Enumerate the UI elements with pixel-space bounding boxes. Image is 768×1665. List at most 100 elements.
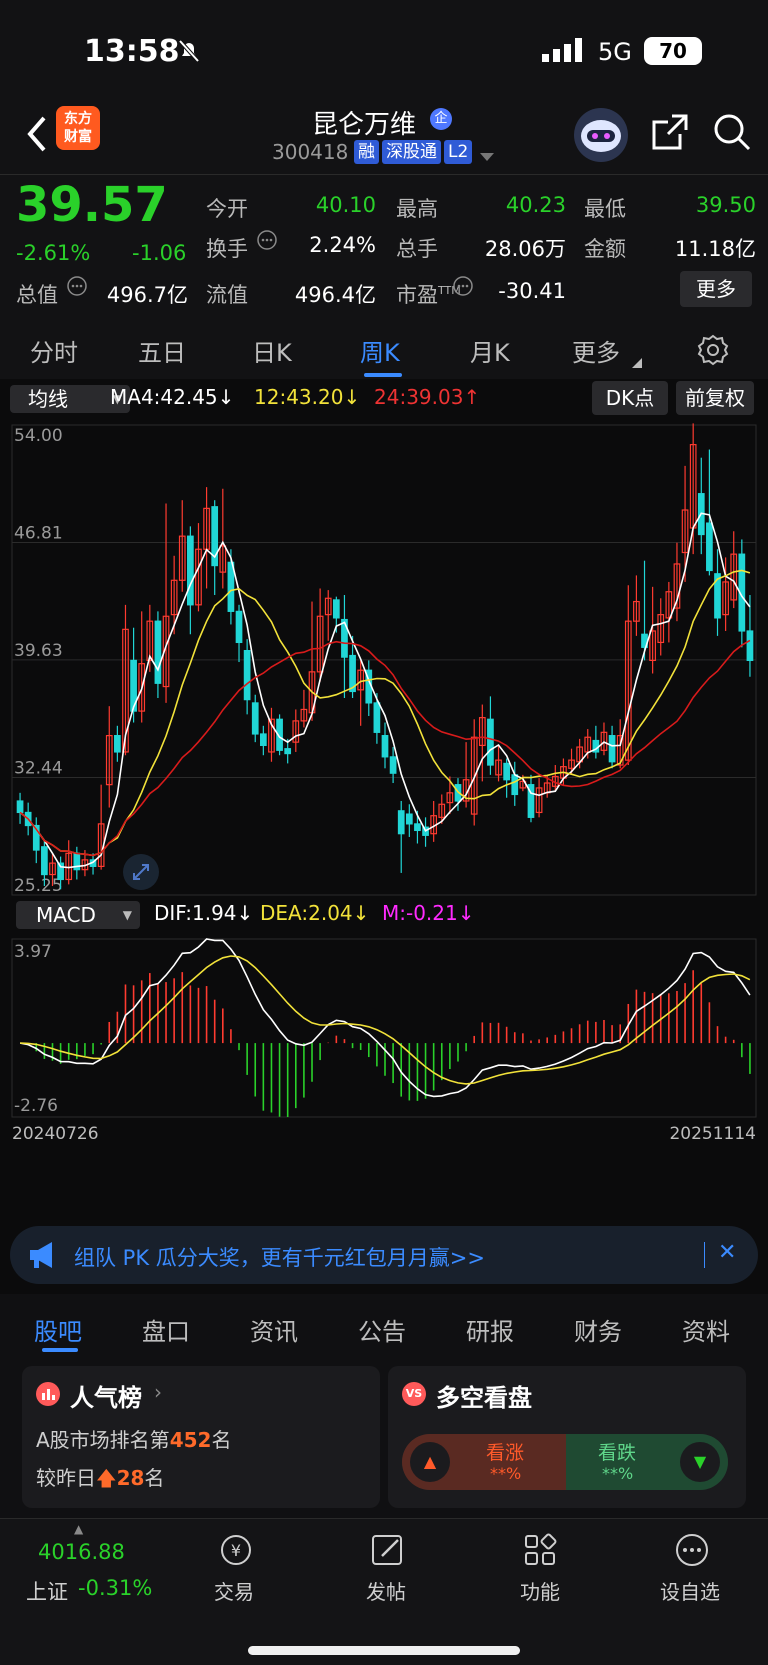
search-icon[interactable]	[712, 112, 752, 152]
candle-body	[332, 599, 340, 619]
candle-body	[154, 620, 162, 684]
nav-add-watchlist[interactable]: 设自选	[660, 1576, 720, 1605]
delta-value: 28	[116, 1466, 145, 1490]
volume-label: 总手	[396, 237, 438, 261]
robot-assistant-icon[interactable]	[574, 108, 628, 162]
adjust-button[interactable]: 前复权	[676, 381, 754, 415]
candlestick-chart[interactable]: 54.00 46.81 39.63 32.44 25.25	[0, 417, 768, 897]
arrow-up-icon: 🡅	[96, 1466, 117, 1490]
subtab-orderbook[interactable]: 盘口	[142, 1312, 190, 1347]
caret-icon	[632, 353, 642, 368]
mktcap-label: 总值	[16, 283, 58, 307]
battery-level: 70	[659, 39, 687, 63]
info-icon[interactable]	[256, 229, 278, 251]
amount-label: 金额	[584, 237, 626, 261]
index-name[interactable]: 上证	[26, 1576, 68, 1606]
mute-icon	[176, 38, 202, 64]
expand-up-icon[interactable]: ▲	[74, 1522, 83, 1536]
status-time: 13:58	[84, 34, 180, 69]
candle-body	[706, 522, 713, 572]
more-dots-icon[interactable]	[672, 1530, 712, 1570]
mktcap-value: 496.7亿	[106, 283, 188, 307]
post-edit-icon[interactable]	[368, 1530, 408, 1570]
popularity-title: 人气榜	[70, 1384, 142, 1412]
high-label: 最高	[396, 197, 438, 221]
candle-body	[414, 823, 421, 832]
subtab-news[interactable]: 资讯	[250, 1312, 298, 1347]
candle-body	[608, 735, 616, 763]
ma24-arrow: ↑	[463, 385, 481, 409]
promo-banner[interactable]: 组队 PK 瓜分大奖，更有千元红包月月赢>> ✕	[10, 1226, 758, 1284]
candle-body	[373, 702, 381, 733]
macd-chart[interactable]: 3.97 -2.76 20240726 20251114	[0, 935, 768, 1141]
chevron-down-icon[interactable]	[480, 148, 494, 161]
macd-select[interactable]: MACD ▼	[16, 901, 140, 929]
candle-body	[187, 535, 194, 606]
y-tick-label: 32.44	[14, 758, 63, 778]
subtab-profile[interactable]: 资料	[682, 1312, 730, 1347]
nav-trade[interactable]: 交易	[214, 1576, 254, 1605]
tab-daily[interactable]: 日K	[252, 333, 292, 368]
candle-body	[487, 718, 494, 766]
candle-body	[259, 733, 267, 747]
trade-icon[interactable]: ¥	[214, 1530, 258, 1570]
indicator-select-label: 均线	[28, 387, 68, 411]
share-icon[interactable]	[650, 112, 690, 152]
ma12-legend: 12:43.20↓	[254, 385, 360, 409]
dea-arrow: ↓	[352, 901, 370, 925]
subtab-research[interactable]: 研报	[466, 1312, 514, 1347]
grid-function-icon[interactable]	[520, 1530, 560, 1570]
candle-body	[405, 813, 413, 825]
y-tick-label: -2.76	[14, 1096, 58, 1116]
y-tick-label: 54.00	[14, 426, 63, 446]
tab-five-day[interactable]: 五日	[138, 333, 186, 368]
candle-body	[503, 762, 511, 781]
subtab-financials[interactable]: 财务	[574, 1312, 622, 1347]
popularity-card[interactable]: 人气榜 › A股市场排名第452名 较昨日🡅28名	[22, 1366, 380, 1508]
settings-gear-icon[interactable]	[696, 333, 730, 367]
active-tab-indicator	[364, 373, 402, 377]
y-tick-label: 39.63	[14, 641, 63, 661]
info-icon[interactable]	[66, 275, 88, 297]
megaphone-icon	[28, 1240, 62, 1270]
m-arrow: ↓	[457, 901, 475, 925]
tag-connect: 深股通	[382, 140, 441, 164]
tab-weekly[interactable]: 周K	[360, 333, 400, 368]
high-value: 40.23	[505, 193, 566, 217]
bull-arrow-icon[interactable]: ▲	[410, 1442, 450, 1482]
expand-chart-icon[interactable]	[123, 854, 159, 890]
status-bar: 13:58 5G 70	[0, 0, 768, 100]
close-icon[interactable]: ✕	[718, 1240, 736, 1265]
float-label: 流值	[206, 283, 248, 307]
subtab-forum[interactable]: 股吧	[34, 1312, 82, 1347]
sentiment-bar: ▲ ▼ 看涨 **% 看跌 **%	[402, 1434, 728, 1490]
m-value: M:-0.21	[382, 901, 458, 925]
index-value: 4016.88	[38, 1540, 125, 1564]
back-icon[interactable]	[22, 114, 52, 154]
chart-bar-icon	[36, 1382, 60, 1406]
nav-function[interactable]: 功能	[520, 1576, 560, 1605]
candle-body	[114, 735, 121, 753]
dif-arrow: ↓	[236, 901, 254, 925]
tab-more[interactable]: 更多	[572, 333, 620, 368]
turnover-value: 2.24%	[309, 233, 376, 257]
candle-body	[251, 702, 259, 735]
kline-chart-area: 均线 ▼ MA4:42.45↓ 12:43.20↓ 24:39.03↑ DK点 前…	[0, 379, 768, 1214]
dif-value: DIF:1.94	[154, 901, 237, 925]
index-change: -0.31%	[78, 1576, 153, 1600]
stock-header: 东方 财富 昆仑万维 企 300418 融 深股通 L2	[0, 100, 768, 175]
float-value: 496.4亿	[294, 283, 376, 307]
nav-post[interactable]: 发帖	[366, 1576, 406, 1605]
more-button[interactable]: 更多	[680, 271, 752, 307]
dk-point-button[interactable]: DK点	[592, 381, 668, 415]
rank-value: 452	[169, 1428, 212, 1452]
divider	[0, 1518, 768, 1519]
candle-body	[746, 630, 754, 662]
tab-monthly[interactable]: 月K	[470, 333, 510, 368]
subtab-announcements[interactable]: 公告	[358, 1312, 406, 1347]
y-tick-label: 46.81	[14, 524, 63, 544]
tag-l2: L2	[444, 140, 473, 164]
bear-arrow-icon[interactable]: ▼	[680, 1442, 720, 1482]
change-amount: -1.06	[132, 241, 187, 265]
tab-intraday[interactable]: 分时	[30, 333, 78, 368]
